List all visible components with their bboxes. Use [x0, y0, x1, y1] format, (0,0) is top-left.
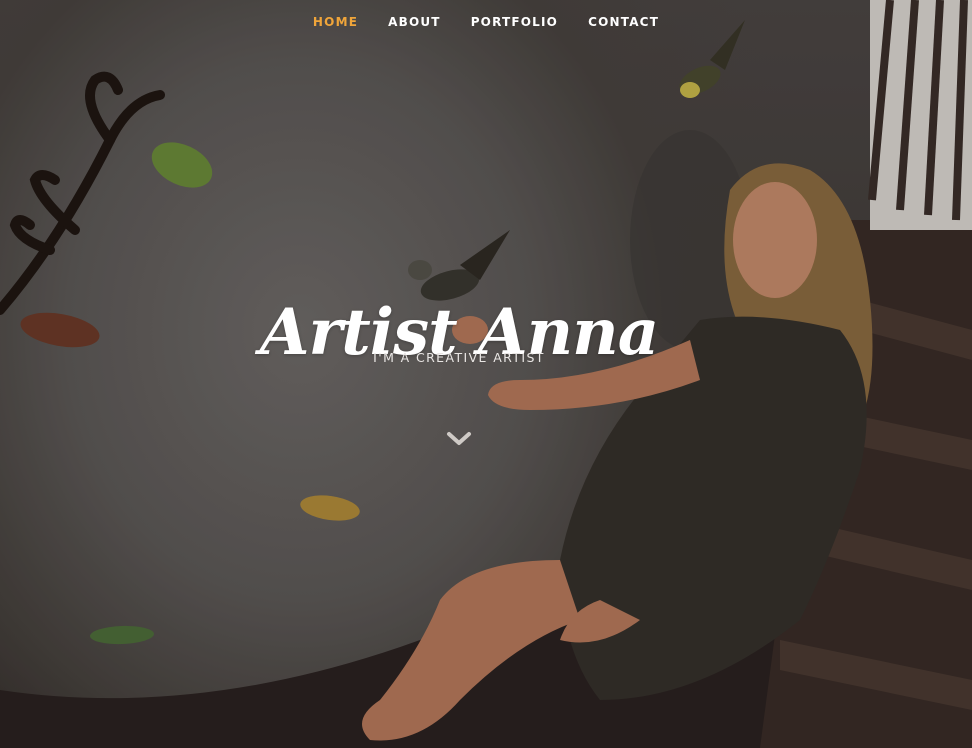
nav-link-contact[interactable]: CONTACT — [573, 15, 674, 29]
hero-subtitle: I'M A CREATIVE ARTIST — [373, 350, 545, 365]
hero-background-photo — [0, 0, 972, 748]
nav-link-portfolio[interactable]: PORTFOLIO — [456, 15, 573, 29]
nav-link-home[interactable]: HOME — [298, 15, 373, 29]
hero-section: HOME ABOUT PORTFOLIO CONTACT Artist Anna… — [0, 0, 972, 748]
top-navigation: HOME ABOUT PORTFOLIO CONTACT — [0, 0, 972, 44]
chevron-down-icon[interactable] — [446, 430, 472, 448]
nav-link-about[interactable]: ABOUT — [373, 15, 456, 29]
